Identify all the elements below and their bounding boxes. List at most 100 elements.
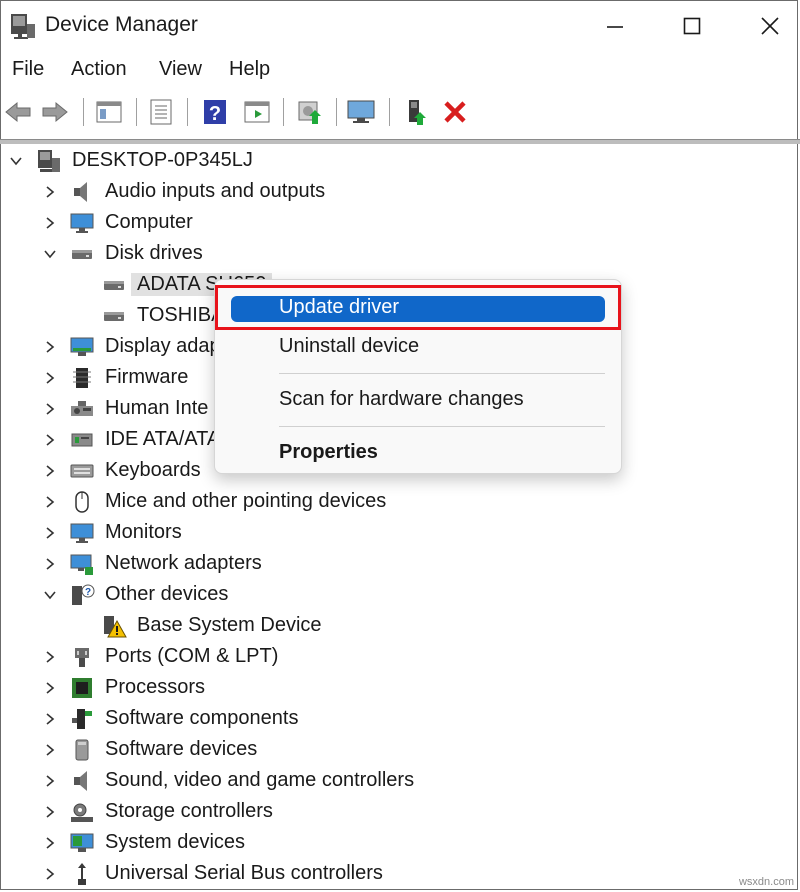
tree-item-label: Monitors <box>105 521 182 543</box>
toolbar-separator <box>336 98 340 126</box>
tree-item-label: IDE ATA/ATA <box>105 428 221 450</box>
mouse-icon <box>69 489 95 515</box>
ide-controller-icon <box>69 427 95 453</box>
chevron-right-icon[interactable] <box>42 184 58 200</box>
chevron-down-icon[interactable] <box>8 153 24 169</box>
computer-icon <box>36 148 62 174</box>
chevron-right-icon[interactable] <box>42 773 58 789</box>
menu-separator <box>279 426 605 427</box>
software-device-icon <box>69 737 95 763</box>
add-legacy-hardware-icon[interactable] <box>401 96 431 128</box>
tree-category-item[interactable]: Audio inputs and outputs <box>0 177 800 207</box>
menu-file[interactable]: File <box>12 58 44 81</box>
tree-child-item[interactable]: Base System Device <box>0 611 800 641</box>
forward-icon[interactable] <box>40 96 70 128</box>
chevron-right-icon[interactable] <box>42 370 58 386</box>
close-button[interactable] <box>750 8 790 44</box>
tree-item-label: Universal Serial Bus controllers <box>105 862 383 884</box>
chevron-right-icon[interactable] <box>42 525 58 541</box>
chevron-right-icon[interactable] <box>42 649 58 665</box>
software-component-icon <box>69 706 95 732</box>
chevron-right-icon[interactable] <box>42 215 58 231</box>
maximize-button[interactable] <box>672 8 712 44</box>
tree-category-item[interactable]: Software devices <box>0 735 800 765</box>
tree-item-label: Mice and other pointing devices <box>105 490 387 512</box>
speaker-icon <box>69 179 95 205</box>
network-adapter-icon <box>69 551 95 577</box>
watermark: wsxdn.com <box>738 876 794 888</box>
properties-menu-item[interactable]: Properties <box>279 441 378 464</box>
chevron-right-icon[interactable] <box>42 835 58 851</box>
menu-action[interactable]: Action <box>71 58 127 81</box>
tree-category-item[interactable]: Network adapters <box>0 549 800 579</box>
properties-icon[interactable] <box>146 96 176 128</box>
chevron-right-icon[interactable] <box>42 866 58 882</box>
device-manager-icon <box>10 12 36 40</box>
tree-category-item[interactable]: Sound, video and game controllers <box>0 766 800 796</box>
tree-item-label: Network adapters <box>105 552 262 574</box>
tree-category-item[interactable]: Computer <box>0 208 800 238</box>
scan-hardware-icon[interactable] <box>346 96 376 128</box>
update-driver-toolbar-icon[interactable] <box>294 96 324 128</box>
chevron-right-icon[interactable] <box>42 401 58 417</box>
processor-icon <box>69 675 95 701</box>
help-icon[interactable]: ? <box>200 96 230 128</box>
tree-item-label: Base System Device <box>137 614 322 636</box>
tree-item-label: Ports (COM & LPT) <box>105 645 279 667</box>
tree-category-item[interactable]: Storage controllers <box>0 797 800 827</box>
tree-category-item[interactable]: Mice and other pointing devices <box>0 487 800 517</box>
title-bar: Device Manager <box>0 0 800 52</box>
window-title: Device Manager <box>45 13 198 36</box>
tree-item-label: Firmware <box>105 366 189 388</box>
tree-item-label: Other devices <box>105 583 229 605</box>
chevron-down-icon[interactable] <box>42 587 58 603</box>
menu-view[interactable]: View <box>159 58 202 81</box>
storage-controller-icon <box>69 799 95 825</box>
tree-category-item[interactable]: Software components <box>0 704 800 734</box>
uninstall-icon[interactable] <box>440 96 470 128</box>
chevron-down-icon[interactable] <box>42 246 58 262</box>
chevron-right-icon[interactable] <box>42 711 58 727</box>
annotation-highlight-box <box>215 285 621 330</box>
action-pane-icon[interactable] <box>242 96 272 128</box>
usb-icon <box>69 861 95 887</box>
tree-category-item[interactable]: Universal Serial Bus controllers <box>0 859 800 889</box>
chevron-right-icon[interactable] <box>42 494 58 510</box>
tree-item-label: Keyboards <box>105 459 201 481</box>
tree-category-item[interactable]: System devices <box>0 828 800 858</box>
tree-category-item[interactable]: Disk drives <box>0 239 800 269</box>
tree-item-label: System devices <box>105 831 246 853</box>
display-adapter-icon <box>69 334 95 360</box>
tree-category-item[interactable]: Monitors <box>0 518 800 548</box>
tree-category-item[interactable]: Processors <box>0 673 800 703</box>
disk-drive-icon <box>101 303 127 329</box>
chevron-right-icon[interactable] <box>42 339 58 355</box>
tree-root[interactable]: DESKTOP-0P345LJ <box>0 146 800 176</box>
uninstall-device-menu-item[interactable]: Uninstall device <box>279 335 419 358</box>
chevron-right-icon[interactable] <box>42 432 58 448</box>
scan-hardware-menu-item[interactable]: Scan for hardware changes <box>279 388 524 411</box>
svg-text:?: ? <box>209 103 221 125</box>
tree-category-item[interactable]: ? Other devices <box>0 580 800 610</box>
show-hide-console-tree-icon[interactable] <box>94 96 124 128</box>
unknown-device-icon: ? <box>69 582 95 608</box>
chevron-right-icon[interactable] <box>42 804 58 820</box>
tree-category-item[interactable]: Ports (COM & LPT) <box>0 642 800 672</box>
system-device-icon <box>69 830 95 856</box>
chevron-right-icon[interactable] <box>42 742 58 758</box>
tree-item-label: Disk drives <box>105 242 203 264</box>
warning-device-icon <box>101 613 127 639</box>
chevron-right-icon[interactable] <box>42 680 58 696</box>
disk-drive-icon <box>101 272 127 298</box>
back-icon[interactable] <box>3 96 33 128</box>
hid-icon <box>69 396 95 422</box>
minimize-button[interactable] <box>595 8 635 44</box>
chevron-right-icon[interactable] <box>42 556 58 572</box>
tree-item-label: Computer <box>105 211 193 233</box>
tree-item-label: Human Inte <box>105 397 209 419</box>
menu-help[interactable]: Help <box>229 58 270 81</box>
toolbar-separator <box>283 98 287 126</box>
tree-item-label: TOSHIBA <box>137 304 225 326</box>
firmware-chip-icon <box>69 365 95 391</box>
chevron-right-icon[interactable] <box>42 463 58 479</box>
